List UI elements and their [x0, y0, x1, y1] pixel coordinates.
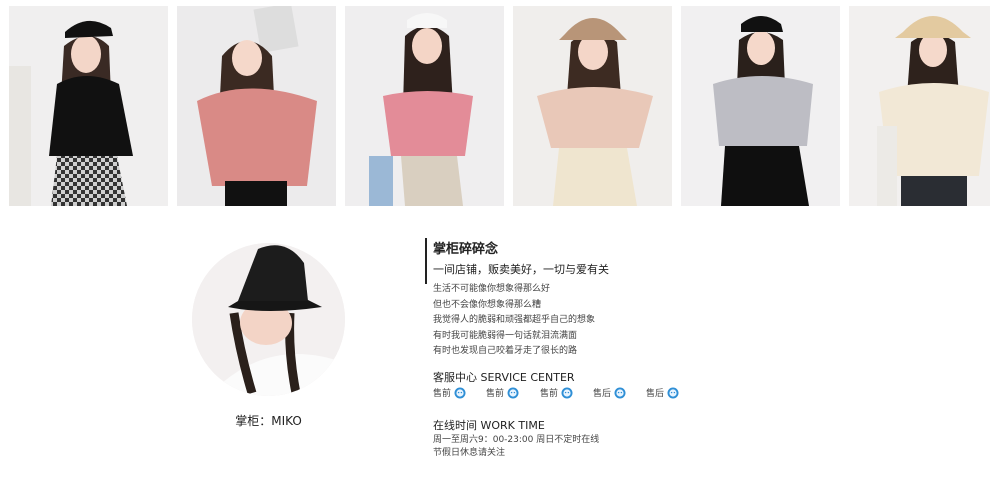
model-photo-pink-tee[interactable] [177, 6, 336, 206]
service-contact-presale-2[interactable]: 售前 [486, 386, 519, 399]
service-contact-aftersale-1[interactable]: 售后 [593, 386, 626, 399]
service-contact-label: 售后 [593, 389, 612, 399]
work-time-title: 在线时间 WORK TIME [433, 419, 545, 432]
model-photo-strip [9, 6, 990, 206]
work-time-line: 周一至周六9：00-23:00 周日不定时在线 [433, 435, 600, 445]
work-time-lines: 周一至周六9：00-23:00 周日不定时在线 节假日休息请关注 [433, 434, 599, 460]
model-photo-pink-gingham[interactable] [345, 6, 504, 206]
service-contact-label: 售前 [433, 389, 452, 399]
model-photo-grey-top[interactable] [681, 6, 840, 206]
notes-line: 有时我可能脆弱得一句话就泪流满面 [433, 330, 578, 341]
chat-icon[interactable] [561, 387, 573, 399]
service-contact-presale-3[interactable]: 售前 [540, 386, 573, 399]
service-contact-label: 售前 [486, 389, 505, 399]
work-time-line: 节假日休息请关注 [433, 448, 506, 458]
model-photo-black-tee[interactable] [9, 6, 168, 206]
notes-line: 我觉得人的脆弱和顽强都超乎自己的想象 [433, 315, 596, 325]
chat-icon[interactable] [454, 387, 466, 399]
chat-icon[interactable] [667, 387, 679, 399]
notes-line: 生活不可能像你想象得那么好 [433, 284, 551, 294]
owner-avatar [192, 243, 345, 396]
notes-title: 掌柜碎碎念 [433, 242, 499, 257]
service-contact-label: 售前 [540, 389, 559, 399]
service-contact-label: 售后 [646, 389, 665, 399]
service-contact-presale-1[interactable]: 售前 [433, 386, 466, 399]
service-center-title: 客服中心 SERVICE CENTER [433, 371, 575, 384]
chat-icon[interactable] [507, 387, 519, 399]
owner-name: 掌柜：MIKO [235, 414, 302, 428]
service-contacts: 售前 售前 售前 售后 售后 [433, 386, 733, 402]
notes-subtitle: 一间店铺，贩卖美好，一切与爱有关 [433, 263, 609, 276]
service-contact-aftersale-2[interactable]: 售后 [646, 386, 679, 399]
accent-divider [425, 238, 427, 284]
chat-icon[interactable] [614, 387, 626, 399]
notes-lines: 生活不可能像你想象得那么好 但也不会像你想象得那么糟 我觉得人的脆弱和顽强都超乎… [433, 282, 595, 360]
notes-line: 但也不会像你想象得那么糟 [433, 299, 542, 310]
model-photo-beige-blouse[interactable] [513, 6, 672, 206]
model-photo-cream-blouse[interactable] [849, 6, 990, 206]
notes-line: 有时也发现自己咬着牙走了很长的路 [433, 346, 578, 356]
